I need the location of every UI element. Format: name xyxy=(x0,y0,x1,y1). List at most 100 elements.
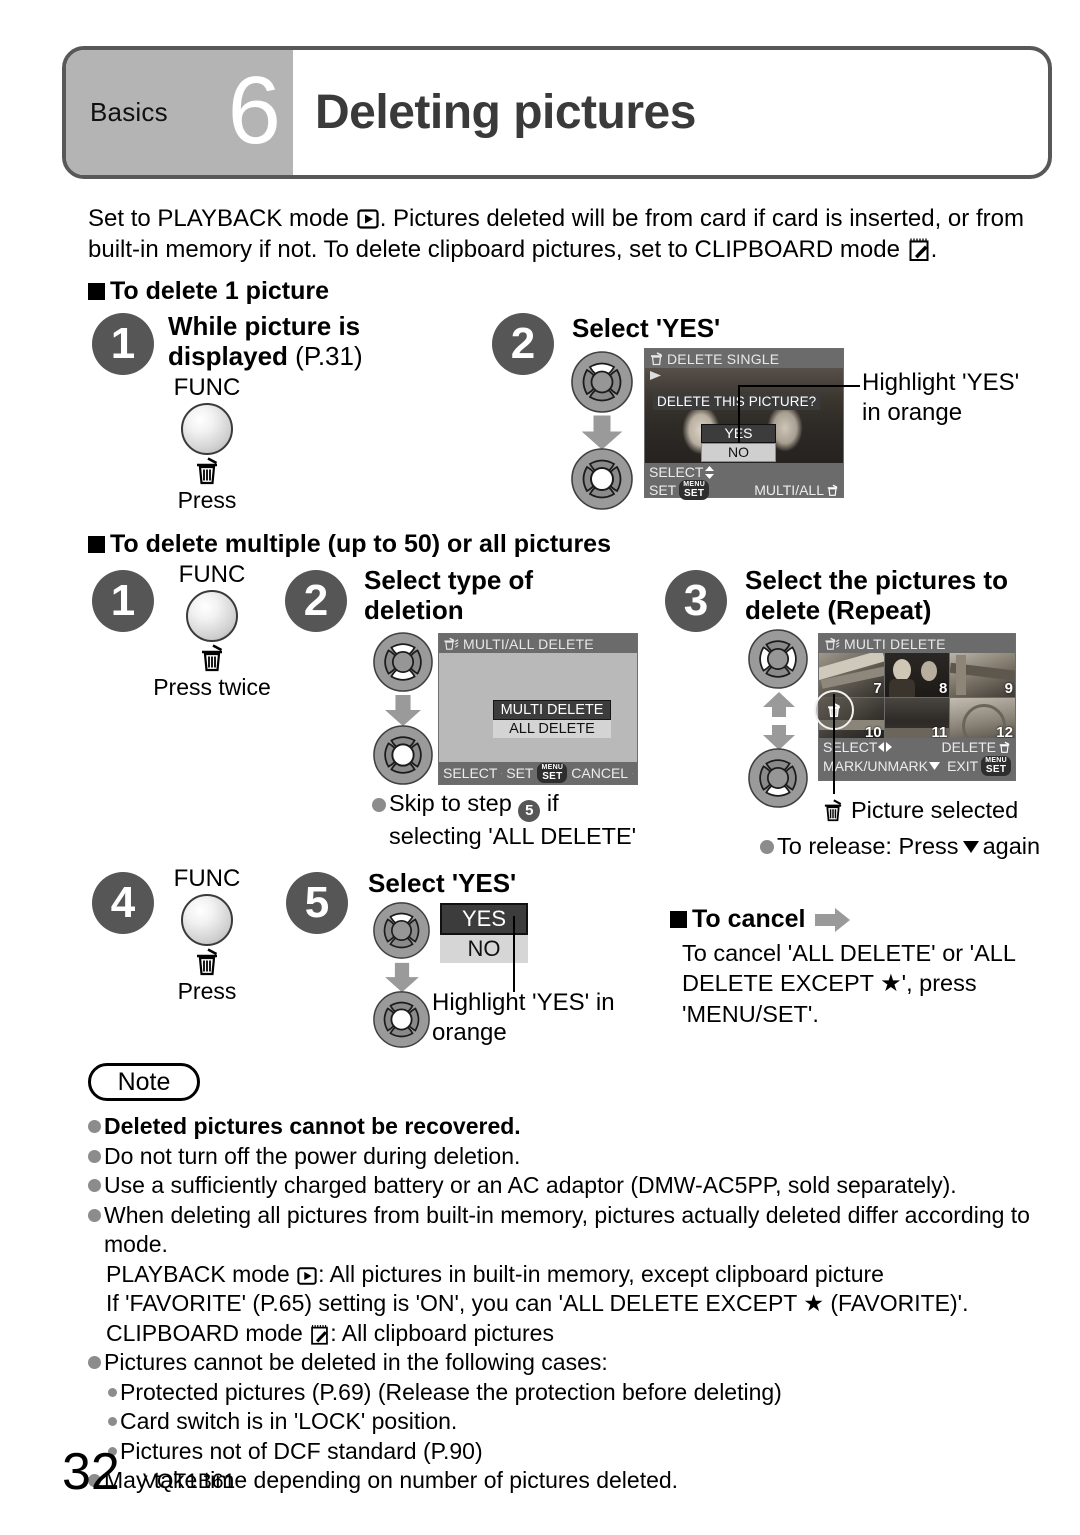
trash-icon-footer-3 xyxy=(999,741,1010,753)
func-button[interactable] xyxy=(181,403,233,455)
lcd-single-foot-select: SELECT xyxy=(649,464,704,480)
menu-set-pill-top: MENU xyxy=(683,481,706,488)
menu-set-pill-icon: MENU SET xyxy=(679,480,710,500)
down-triangle-icon xyxy=(962,840,979,853)
note-clipboard-a: CLIPBOARD mode xyxy=(106,1319,303,1346)
lcd-grid-foot-select: SELECT xyxy=(823,739,878,755)
inline-step-badge-5: 5 xyxy=(518,800,541,822)
dpad-down-step3[interactable] xyxy=(748,748,808,808)
trash-icon-3 xyxy=(197,948,218,976)
gray-bullet-icon-n3 xyxy=(88,1179,101,1192)
release-caption-text: To release: Press xyxy=(777,833,959,859)
note-clipboard-b: : All clipboard pictures xyxy=(330,1319,554,1346)
lcd-multidelete-title: MULTI DELETE xyxy=(844,635,946,652)
dpad-center-step2-multi[interactable] xyxy=(373,725,433,785)
lcd-single-foot-right: MULTI/ALL xyxy=(754,482,824,498)
square-bullet-icon-3 xyxy=(670,911,687,928)
dpad-leftright-step3[interactable] xyxy=(748,629,808,689)
skip-note-line1: Skip to step xyxy=(389,790,512,816)
manual-page: Basics 6 Deleting pictures Set to PLAYBA… xyxy=(0,0,1080,1535)
thumbnail-cell[interactable]: 9 xyxy=(950,653,1015,697)
lcd-multiall-options: MULTI DELETE ALL DELETE xyxy=(493,700,611,738)
annotation-step5-line1: Highlight 'YES' in xyxy=(432,989,615,1016)
note-mode-clipboard: CLIPBOARD mode : All clipboard pictures xyxy=(88,1319,1048,1349)
gray-bullet-icon xyxy=(372,798,386,812)
section-heading-single-label: To delete 1 picture xyxy=(110,277,330,305)
annotation-step5: Highlight 'YES' in orange xyxy=(432,988,662,1048)
thumbnail-cell[interactable]: 11 xyxy=(884,697,950,741)
lcd-delete-single: DELETE SINGLE DELETE THIS PICTURE? YES N… xyxy=(644,348,844,500)
note-cases-heading: Pictures cannot be deleted in the follow… xyxy=(104,1349,608,1375)
trash-icon xyxy=(197,457,218,485)
header-chapter-number: 6 xyxy=(227,56,281,164)
thumbnail-number: 9 xyxy=(1004,679,1013,697)
note-playback-a: PLAYBACK mode xyxy=(106,1260,290,1287)
annotation-step2-line2: in orange xyxy=(862,399,963,426)
gray-bullet-icon-n1 xyxy=(88,1120,101,1133)
cancel-line3: 'MENU/SET'. xyxy=(682,1001,819,1027)
note-item-text: When deleting all pictures from built-in… xyxy=(104,1201,1030,1258)
note-item: When deleting all pictures from built-in… xyxy=(88,1201,1048,1260)
square-bullet-icon-2 xyxy=(88,536,105,553)
star-icon-2: ★ xyxy=(803,1290,824,1316)
dpad-updown-step2-multi[interactable] xyxy=(373,632,433,692)
note-playback-b: : All pictures in built-in memory, excep… xyxy=(318,1260,884,1287)
dpad-center-step2[interactable] xyxy=(571,448,633,510)
lcd-multiall-foot-cancel: CANCEL xyxy=(571,765,629,781)
step-bubble-4-multi: 4 xyxy=(92,872,154,934)
step2-single-title: Select 'YES' xyxy=(572,313,721,343)
skip-note-step2: Skip to step 5 if selecting 'ALL DELETE' xyxy=(372,789,662,851)
lcd-option-all-delete[interactable]: ALL DELETE xyxy=(493,720,611,738)
step3-title-line2: delete (Repeat) xyxy=(745,595,932,625)
step1-single-title: While picture is displayed (P.31) xyxy=(168,311,468,371)
section-heading-single: To delete 1 picture xyxy=(88,277,329,306)
callout-line-step5 xyxy=(513,916,515,992)
lcd-single-title: DELETE SINGLE xyxy=(667,350,780,367)
lcd-multidelete-titlebar: MULTI DELETE xyxy=(819,634,1015,653)
lcd-grid-foot-mark: MARK/UNMARK xyxy=(823,758,929,774)
gray-bullet-icon-2 xyxy=(760,839,774,854)
leftright-arrow-icon xyxy=(878,742,893,752)
note-item: Do not turn off the power during deletio… xyxy=(88,1142,1048,1172)
press-label-step4: Press xyxy=(177,978,237,1004)
func-button-3[interactable] xyxy=(181,894,233,946)
note-mode-playback: PLAYBACK mode : All pictures in built-in… xyxy=(88,1260,1048,1290)
thumbnail-cell[interactable]: 8 xyxy=(884,653,950,697)
note-item: Deleted pictures cannot be recovered. xyxy=(88,1112,1048,1142)
dpad-center-step5[interactable] xyxy=(373,991,430,1048)
step2-multi-title-line2: deletion xyxy=(364,595,464,625)
intro-line1-b: . Pictures deleted will be from card if … xyxy=(379,205,1024,232)
cancel-text: To cancel 'ALL DELETE' or 'ALL DELETE EX… xyxy=(682,938,1052,1029)
playback-mode-icon xyxy=(357,209,379,229)
lcd-grid-foot-delete: DELETE xyxy=(941,739,996,755)
trash-icon-2 xyxy=(202,644,223,672)
intro-line1-a: Set to PLAYBACK mode xyxy=(88,205,350,232)
step3-title-line1: Select the pictures to xyxy=(745,565,1008,595)
cancel-line2-b: ', press xyxy=(901,970,977,996)
section-heading-cancel-label: To cancel xyxy=(692,905,806,933)
step2-multi-title: Select type of deletion xyxy=(364,565,614,625)
gray-bullet-small-icon-2 xyxy=(108,1417,117,1426)
note-item-text: Use a sufficiently charged battery or an… xyxy=(104,1172,957,1198)
lcd-option-multi-delete[interactable]: MULTI DELETE xyxy=(493,700,611,720)
lcd-single-option-no[interactable]: NO xyxy=(701,443,776,462)
note-case-text: Pictures not of DCF standard (P.90) xyxy=(120,1437,483,1464)
menu-set-pill-icon-3: MENU SET xyxy=(981,756,1011,776)
arrow-updown-step3 xyxy=(763,692,795,750)
intro-paragraph: Set to PLAYBACK mode . Pictures deleted … xyxy=(88,203,1038,265)
menu-set-pill-main: SET xyxy=(683,488,705,499)
cancel-line2-a: DELETE EXCEPT xyxy=(682,970,874,996)
lcd-multi-all-delete: MULTI/ALL DELETE MULTI DELETE ALL DELETE… xyxy=(438,633,638,785)
dpad-up-step2[interactable] xyxy=(571,351,633,413)
func-button-2[interactable] xyxy=(186,590,238,642)
trash-icon-small xyxy=(651,351,662,365)
lcd-multiall-title: MULTI/ALL DELETE xyxy=(463,635,594,652)
press-label-multi-step1: Press twice xyxy=(153,674,271,700)
dpad-up-step5[interactable] xyxy=(373,902,430,959)
skip-note-line2: selecting 'ALL DELETE' xyxy=(389,823,637,849)
annotation-step5-line2: orange xyxy=(432,1019,507,1046)
step2-multi-title-line1: Select type of xyxy=(364,565,534,595)
func-button-label: FUNC xyxy=(173,374,241,401)
thumbnail-cell[interactable]: 12 xyxy=(950,697,1015,741)
note-favorite-a: If 'FAVORITE' (P.65) setting is 'ON', yo… xyxy=(106,1290,797,1316)
